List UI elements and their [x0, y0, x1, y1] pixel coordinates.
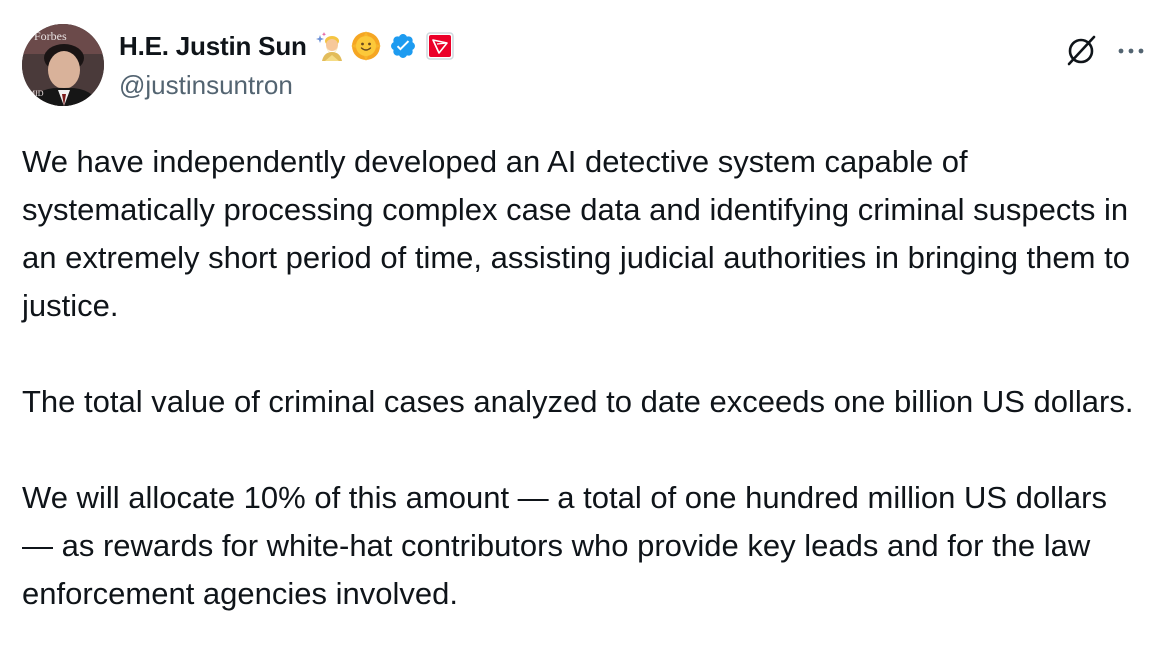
tweet-header: MID Forbes H.E. Justin Sun @justinsuntro…	[22, 24, 1144, 108]
tweet-paragraph: We will allocate 10% of this amount — a …	[22, 480, 1107, 611]
user-handle[interactable]: @justinsuntron	[119, 70, 293, 101]
verified-badge-icon[interactable]	[388, 31, 418, 61]
mage-emoji-icon	[314, 31, 344, 61]
grok-icon[interactable]	[1064, 32, 1100, 68]
avatar-magazine-text: Forbes	[34, 29, 67, 43]
tweet-text: We have independently developed an AI de…	[22, 138, 1142, 666]
display-name[interactable]: H.E. Justin Sun	[119, 31, 307, 62]
svg-text:MID: MID	[28, 89, 44, 98]
tweet-paragraph: The total value of criminal cases analyz…	[22, 384, 1134, 419]
tron-affiliate-icon[interactable]	[425, 31, 455, 61]
tweet: MID Forbes H.E. Justin Sun @justinsuntro…	[0, 0, 1158, 651]
display-name-row: H.E. Justin Sun	[119, 28, 455, 64]
sun-emoji-icon	[350, 31, 381, 61]
more-options-icon[interactable]	[1114, 34, 1148, 68]
tweet-paragraph: We have independently developed an AI de…	[22, 144, 1130, 323]
avatar[interactable]: MID Forbes	[22, 24, 104, 106]
